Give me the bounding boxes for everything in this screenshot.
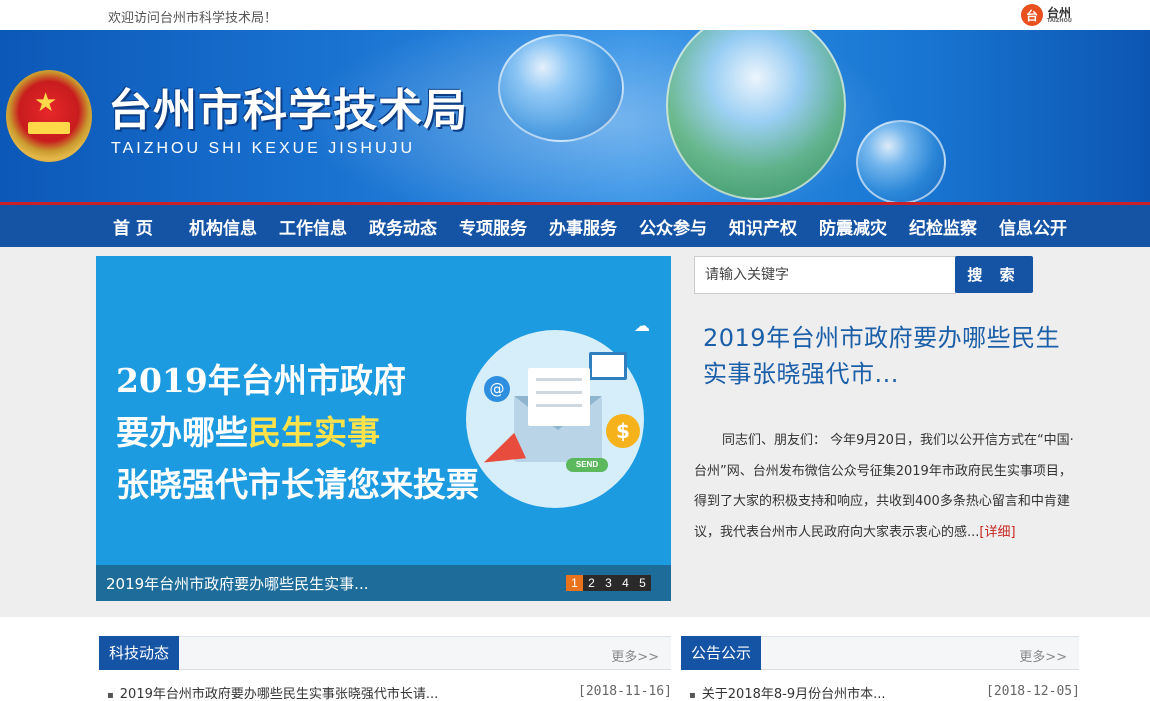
city-logo-icon: 台 [1021, 4, 1043, 26]
slide-pagination: 1 2 3 4 5 [566, 575, 651, 591]
search-button[interactable]: 搜 索 [955, 256, 1033, 293]
nav-item-info-disclosure[interactable]: 信息公开 [999, 214, 1067, 239]
city-logo-sub: TAIZHOU [1047, 17, 1072, 24]
globe-bubble-image [856, 120, 946, 202]
site-title: 台州市科学技术局 [108, 85, 468, 136]
nav-item-home[interactable]: 首 页 [113, 214, 153, 239]
slide-page-1[interactable]: 1 [566, 575, 583, 591]
dollar-coin-icon: $ [606, 414, 640, 448]
site-subtitle: TAIZHOU SHI KEXUE JISHUJU [111, 140, 416, 157]
list-item-title[interactable]: 关于2018年8-9月份台州市本... [702, 687, 886, 701]
slide-line-2-highlight: 民生实事 [248, 413, 380, 452]
slide-caption[interactable]: 2019年台州市政府要办哪些民生实事... [106, 573, 368, 594]
main-nav: 首 页 机构信息 工作信息 政务动态 专项服务 办事服务 公众参与 知识产权 防… [0, 202, 1150, 247]
featured-summary: 同志们、朋友们： 今年9月20日，我们以公开信方式在“中国·台州”网、台州发布微… [694, 426, 1080, 548]
slide-page-5[interactable]: 5 [634, 575, 651, 591]
header-banner: ★ 台州市科学技术局 TAIZHOU SHI KEXUE JISHUJU [0, 30, 1150, 202]
tech-news-tab[interactable]: 科技动态 [99, 636, 180, 670]
at-sign-icon: @ [484, 376, 510, 402]
featured-summary-text: 同志们、朋友们： 今年9月20日，我们以公开信方式在“中国·台州”网、台州发布微… [694, 433, 1074, 540]
bullet-icon: ▪ [107, 690, 114, 701]
news-slider[interactable]: 2019年台州市政府 要办哪些民生实事 张晓强代市长请您来投票 ☁ @ $ SE… [96, 256, 671, 601]
city-logo-label: 台州 TAIZHOU [1047, 7, 1072, 24]
slide-line-3: 张晓强代市长请您来投票 [116, 465, 479, 504]
notice-tab[interactable]: 公告公示 [681, 636, 762, 670]
nav-item-special-services[interactable]: 专项服务 [459, 214, 527, 239]
nav-item-gov-news[interactable]: 政务动态 [369, 214, 437, 239]
national-emblem-icon: ★ [6, 70, 92, 162]
slide-line-2-prefix: 要办哪些 [116, 413, 248, 452]
list-item-date: [2018-11-16] [578, 684, 672, 699]
slide-line-1: 2019年台州市政府 [116, 361, 406, 400]
tech-news-panel-header: 科技动态 更多>> [99, 636, 671, 670]
welcome-text: 欢迎访问台州市科学技术局！ [108, 11, 278, 26]
monitor-icon [589, 352, 627, 380]
slide-line-2: 要办哪些民生实事 [116, 406, 380, 454]
nav-item-org-info[interactable]: 机构信息 [189, 214, 257, 239]
top-bar: 欢迎访问台州市科学技术局！ 台 台州 TAIZHOU [0, 0, 1150, 30]
nav-item-work-info[interactable]: 工作信息 [279, 214, 347, 239]
letter-icon [528, 368, 590, 426]
city-bubble-image [498, 34, 624, 142]
list-item[interactable]: ▪ 关于2018年8-9月份台州市本... [689, 683, 886, 701]
tech-news-more-link[interactable]: 更多>> [611, 646, 659, 665]
list-item-title[interactable]: 2019年台州市政府要办哪些民生实事张晓强代市长请... [120, 687, 438, 701]
slide-page-2[interactable]: 2 [583, 575, 600, 591]
nav-item-ip[interactable]: 知识产权 [729, 214, 797, 239]
notice-panel-header: 公告公示 更多>> [681, 636, 1079, 670]
slide-page-4[interactable]: 4 [617, 575, 634, 591]
bullet-icon: ▪ [689, 690, 696, 701]
search-input[interactable] [694, 256, 956, 294]
cloud-icon: ☁ [634, 316, 650, 335]
list-item-date: [2018-12-05] [986, 684, 1080, 699]
featured-headline[interactable]: 2019年台州市政府要办哪些民生实事张晓强代市... [703, 320, 1078, 392]
slide-page-3[interactable]: 3 [600, 575, 617, 591]
slide-caption-bar: 2019年台州市政府要办哪些民生实事... 1 2 3 4 5 [96, 565, 671, 601]
nav-item-office-services[interactable]: 办事服务 [549, 214, 617, 239]
details-link[interactable]: [详细] [979, 525, 1015, 540]
nav-item-discipline[interactable]: 纪检监察 [909, 214, 977, 239]
notice-more-link[interactable]: 更多>> [1019, 646, 1067, 665]
send-tag: SEND [566, 458, 608, 472]
nav-item-earthquake[interactable]: 防震减灾 [819, 214, 887, 239]
nav-item-public-participation[interactable]: 公众参与 [639, 214, 707, 239]
list-item[interactable]: ▪ 2019年台州市政府要办哪些民生实事张晓强代市长请... [107, 683, 438, 701]
city-logo[interactable]: 台 台州 TAIZHOU [1021, 3, 1081, 27]
